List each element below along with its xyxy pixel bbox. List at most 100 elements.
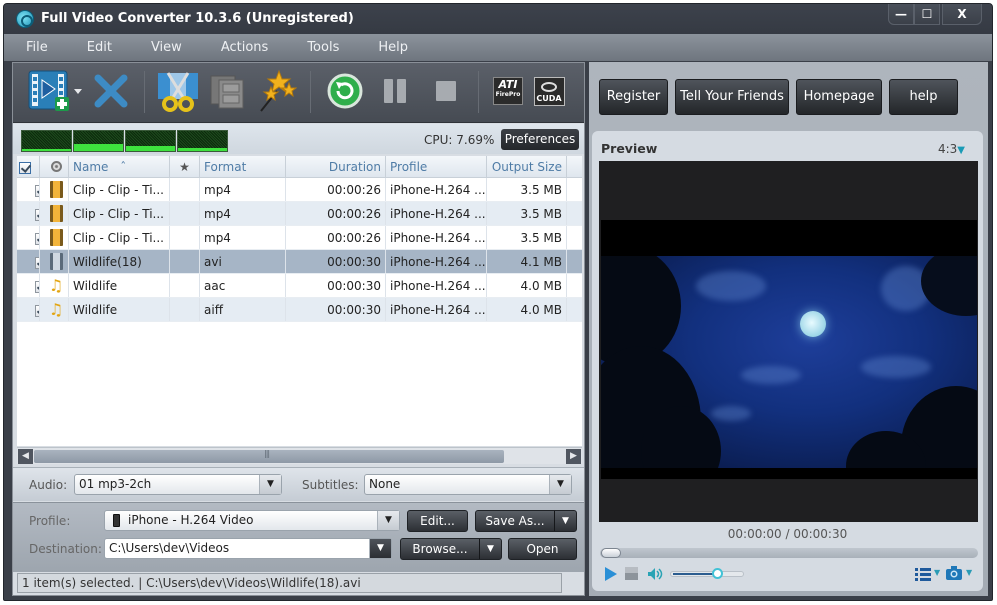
register-button[interactable]: Register [599, 79, 668, 115]
browse-button[interactable]: Browse... ▼ [400, 538, 502, 560]
column-name[interactable]: Name ˆ [69, 156, 170, 177]
scroll-right-button[interactable]: ▶ [566, 449, 581, 464]
track-options: Audio: 01 mp3-2ch ▼ Subtitles: None ▼ [13, 467, 584, 501]
cpu-meter-4 [177, 130, 228, 152]
row-checkbox[interactable] [17, 250, 40, 273]
menu-bar: File Edit View Actions Tools Help [4, 34, 992, 61]
remove-button[interactable] [91, 69, 131, 113]
column-format[interactable]: Format [200, 156, 286, 177]
destination-field[interactable]: C:\Users\dev\Videos ▼ [104, 538, 392, 559]
column-output-size[interactable]: Output Size [487, 156, 567, 177]
file-format: avi [200, 250, 286, 273]
file-star[interactable] [170, 178, 200, 201]
column-profile[interactable]: Profile [386, 156, 487, 177]
effects-button[interactable] [257, 69, 297, 113]
close-button[interactable]: X [942, 4, 982, 25]
ati-firepro-button[interactable]: ATI FirePro [491, 69, 525, 113]
file-row[interactable]: Wildlife(18) avi 00:00:30 iPhone-H.264 ... 4… [17, 250, 582, 274]
file-row[interactable]: Clip - Clip - Ti... mp4 00:00:26 iPhone-H.2… [17, 178, 582, 202]
cpu-meter-3 [125, 130, 176, 152]
sort-ascending-icon: ˆ [120, 160, 127, 174]
stop-button[interactable] [429, 69, 463, 113]
chevron-down-icon[interactable]: ▼ [479, 539, 501, 559]
chevron-down-icon[interactable]: ▼ [259, 475, 281, 494]
seek-handle[interactable] [601, 548, 621, 558]
chevron-down-icon[interactable]: ▼ [966, 568, 972, 577]
pause-icon [384, 79, 406, 103]
menu-view[interactable]: View [151, 40, 182, 55]
merge-button[interactable] [209, 69, 247, 113]
convert-button[interactable] [325, 69, 365, 113]
menu-tools[interactable]: Tools [307, 40, 339, 55]
column-type[interactable] [40, 156, 69, 177]
chevron-down-icon[interactable]: ▼ [369, 539, 391, 558]
profile-select[interactable]: iPhone - H.264 Video ▼ [104, 510, 400, 531]
column-duration[interactable]: Duration [286, 156, 386, 177]
file-star[interactable] [170, 202, 200, 225]
file-star[interactable] [170, 274, 200, 297]
stop-icon[interactable] [625, 567, 639, 581]
chevron-down-icon[interactable]: ▼ [549, 475, 571, 494]
minimize-icon: — [895, 7, 907, 21]
minimize-button[interactable]: — [888, 4, 914, 25]
video-scene-night-sky [601, 256, 977, 468]
file-duration: 00:00:26 [286, 226, 386, 249]
row-checkbox[interactable] [17, 274, 40, 297]
volume-handle[interactable] [712, 568, 724, 579]
row-checkbox[interactable] [17, 202, 40, 225]
volume-slider[interactable] [670, 568, 744, 579]
file-list: Name ˆ ★ Format Duration Profile Output … [17, 156, 582, 446]
add-video-button[interactable] [27, 69, 85, 113]
menu-file[interactable]: File [26, 40, 48, 55]
menu-help[interactable]: Help [378, 40, 408, 55]
row-checkbox[interactable] [17, 226, 40, 249]
menu-actions[interactable]: Actions [221, 40, 269, 55]
select-all-checkbox[interactable] [17, 156, 40, 177]
file-duration: 00:00:26 [286, 202, 386, 225]
scrollbar-thumb[interactable] [34, 449, 504, 463]
horizontal-scrollbar[interactable]: ◀ ▶ [17, 447, 582, 464]
help-button[interactable]: help [889, 79, 958, 115]
audio-file-icon: ♫ [48, 275, 64, 295]
file-row[interactable]: Clip - Clip - Ti... mp4 00:00:26 iPhone-H.2… [17, 202, 582, 226]
aspect-ratio-select[interactable]: 4:3▼ [938, 142, 965, 156]
volume-icon[interactable] [647, 567, 663, 581]
edit-profile-button[interactable]: Edit... [407, 510, 468, 532]
preview-panel: Preview 4:3▼ 00:00:00 / 00:00:30 ▼ ▼ [592, 131, 983, 591]
window-controls: — ☐ X [888, 4, 982, 25]
file-row[interactable]: ♫ Wildlife aac 00:00:30 iPhone-H.264 ... 4.0 … [17, 274, 582, 298]
chevron-down-icon[interactable]: ▼ [554, 511, 576, 531]
save-as-button[interactable]: Save As... ▼ [475, 510, 577, 532]
trim-button[interactable] [156, 69, 200, 113]
subtitles-select[interactable]: None ▼ [364, 474, 572, 495]
video-preview[interactable] [599, 161, 978, 522]
maximize-button[interactable]: ☐ [914, 4, 940, 25]
row-checkbox[interactable] [17, 178, 40, 201]
file-star[interactable] [170, 250, 200, 273]
file-star[interactable] [170, 298, 200, 321]
audio-select[interactable]: 01 mp3-2ch ▼ [74, 474, 282, 495]
scroll-left-button[interactable]: ◀ [18, 449, 33, 464]
seek-bar[interactable] [600, 548, 978, 558]
pause-button[interactable] [378, 69, 412, 113]
chevron-down-icon[interactable]: ▼ [934, 568, 940, 577]
file-row[interactable]: ♫ Wildlife aiff 00:00:30 iPhone-H.264 ... 4.0… [17, 298, 582, 322]
file-star[interactable] [170, 226, 200, 249]
file-row[interactable]: Clip - Clip - Ti... mp4 00:00:26 iPhone-H.2… [17, 226, 582, 250]
menu-edit[interactable]: Edit [87, 40, 112, 55]
profile-label: Profile: [29, 514, 71, 528]
preferences-button[interactable]: Preferences [501, 129, 579, 150]
window-title: Full Video Converter 10.3.6 (Unregistere… [41, 11, 354, 26]
snapshot-camera-icon[interactable] [946, 566, 962, 580]
playlist-icon[interactable] [915, 567, 931, 581]
tell-friends-button[interactable]: Tell Your Friends [675, 79, 789, 115]
file-output-size: 3.5 MB [487, 178, 567, 201]
cuda-button[interactable]: CUDA [531, 69, 567, 113]
homepage-button[interactable]: Homepage [796, 79, 882, 115]
play-icon[interactable] [604, 567, 618, 581]
row-checkbox[interactable] [17, 298, 40, 321]
video-frame [601, 220, 977, 479]
chevron-down-icon[interactable]: ▼ [377, 511, 399, 530]
open-folder-button[interactable]: Open [508, 538, 577, 560]
column-star[interactable]: ★ [170, 156, 200, 177]
